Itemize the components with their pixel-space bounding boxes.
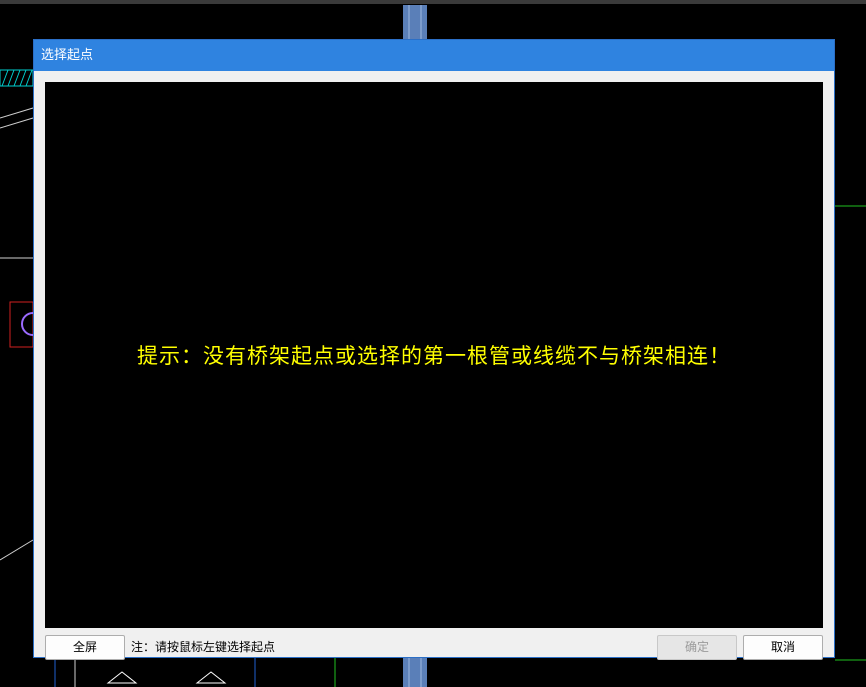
cancel-button[interactable]: 取消 xyxy=(743,635,823,660)
ok-button[interactable]: 确定 xyxy=(657,635,737,660)
dialog-title: 选择起点 xyxy=(41,48,94,63)
hint-message: 提示：没有桥架起点或选择的第一根管或线缆不与桥架相连！ xyxy=(137,344,731,368)
instruction-note: 注：请按鼠标左键选择起点 xyxy=(131,640,276,654)
preview-canvas[interactable]: 提示：没有桥架起点或选择的第一根管或线缆不与桥架相连！ xyxy=(45,82,823,628)
select-start-point-dialog: 选择起点 提示：没有桥架起点或选择的第一根管或线缆不与桥架相连！ 全屏 注：请按… xyxy=(33,39,835,660)
fullscreen-button[interactable]: 全屏 xyxy=(45,635,125,660)
triangle-symbol xyxy=(106,671,138,684)
triangle-symbol xyxy=(195,671,227,684)
dialog-title-bar[interactable]: 选择起点 xyxy=(34,40,834,71)
